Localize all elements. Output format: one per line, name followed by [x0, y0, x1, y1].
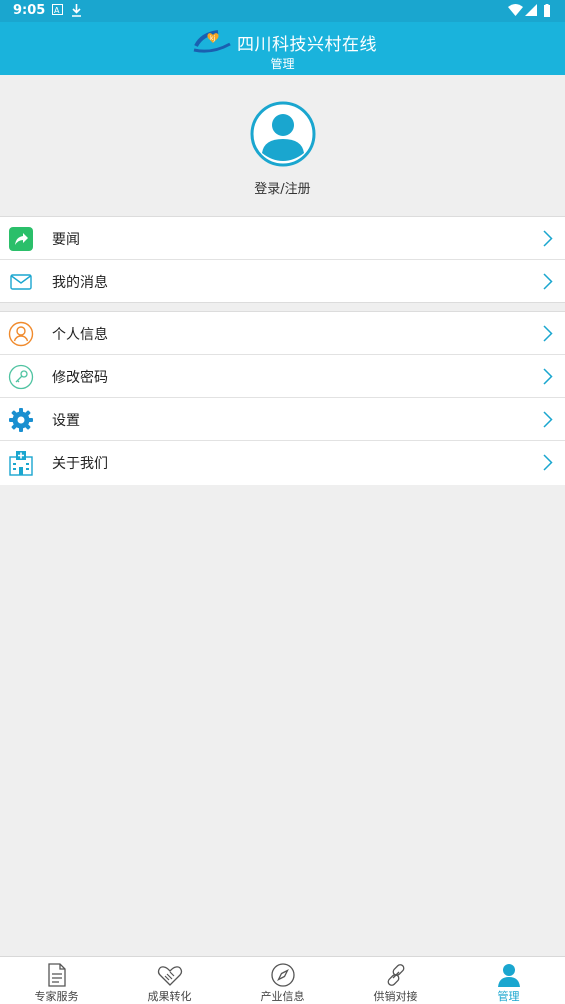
status-bar: 9:05 A [0, 0, 565, 22]
profile-section: 登录/注册 [0, 75, 565, 216]
battery-icon [544, 4, 550, 17]
svg-text:A: A [54, 6, 60, 15]
menu-item-news[interactable]: 要闻 [0, 217, 565, 260]
app-header: kj 四川科技兴村在线 管理 [0, 22, 565, 75]
link-icon [387, 964, 405, 986]
notification-icon: A [52, 4, 63, 15]
menu-item-label: 个人信息 [52, 327, 108, 343]
svg-text:kj: kj [210, 35, 215, 42]
menu-item-label: 关于我们 [52, 456, 108, 472]
download-icon [72, 4, 81, 17]
menu-group-2: 个人信息 修改密码 设置 关于我们 [0, 311, 565, 485]
tab-label: 管理 [497, 990, 520, 1003]
tab-industry-info[interactable]: 产业信息 [226, 957, 339, 1004]
tab-achievement-transfer[interactable]: 成果转化 [113, 957, 226, 1004]
bottom-tab-bar: 专家服务 成果转化 产业信息 供销对接 管理 [0, 956, 565, 1004]
menu-item-messages[interactable]: 我的消息 [0, 260, 565, 303]
menu-item-profile[interactable]: 个人信息 [0, 312, 565, 355]
app-title: 四川科技兴村在线 [237, 35, 377, 55]
tab-label: 成果转化 [147, 990, 192, 1003]
key-icon [8, 364, 34, 390]
tab-supply-marketing[interactable]: 供销对接 [339, 957, 452, 1004]
compass-icon [271, 963, 295, 987]
page-title: 管理 [270, 57, 295, 71]
signal-icon [525, 4, 537, 16]
mail-icon [10, 274, 32, 290]
avatar-icon[interactable] [250, 101, 316, 167]
chevron-right-icon [543, 368, 553, 385]
handshake-icon [157, 966, 183, 986]
app-logo-icon: kj [193, 30, 231, 53]
menu-item-label: 要闻 [52, 232, 80, 248]
chevron-right-icon [543, 411, 553, 428]
menu-item-about[interactable]: 关于我们 [0, 441, 565, 484]
menu-item-label: 我的消息 [52, 275, 108, 291]
menu-item-change-password[interactable]: 修改密码 [0, 355, 565, 398]
wifi-icon [508, 4, 523, 16]
chevron-right-icon [543, 273, 553, 290]
menu-item-label: 设置 [52, 413, 80, 429]
person-icon [498, 964, 520, 987]
menu-group-1: 要闻 我的消息 [0, 216, 565, 303]
hospital-icon [9, 451, 33, 476]
user-circle-icon [8, 321, 34, 347]
menu-item-label: 修改密码 [52, 370, 108, 386]
share-icon [9, 227, 33, 251]
menu-item-settings[interactable]: 设置 [0, 398, 565, 441]
chevron-right-icon [543, 230, 553, 247]
tab-label: 供销对接 [373, 990, 418, 1003]
tab-expert-service[interactable]: 专家服务 [0, 957, 113, 1004]
document-icon [48, 963, 66, 987]
login-register-link[interactable]: 登录/注册 [0, 178, 565, 197]
tab-label: 专家服务 [34, 990, 79, 1003]
tab-label: 产业信息 [260, 990, 305, 1003]
gear-icon [9, 408, 33, 432]
chevron-right-icon [543, 325, 553, 342]
status-time: 9:05 [13, 3, 46, 18]
chevron-right-icon [543, 454, 553, 471]
tab-management[interactable]: 管理 [452, 957, 565, 1004]
